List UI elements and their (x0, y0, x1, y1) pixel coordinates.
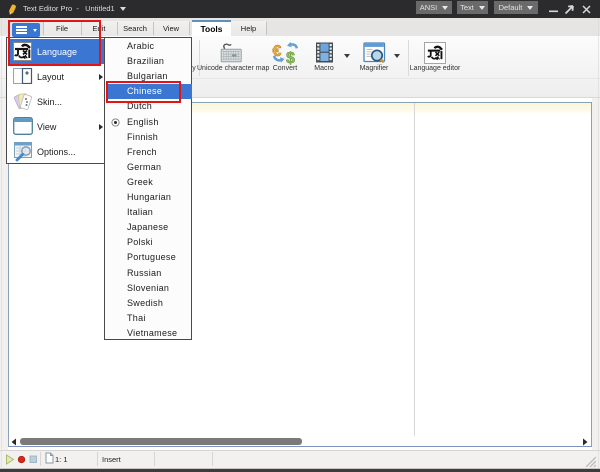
svg-text:$: $ (286, 50, 295, 65)
